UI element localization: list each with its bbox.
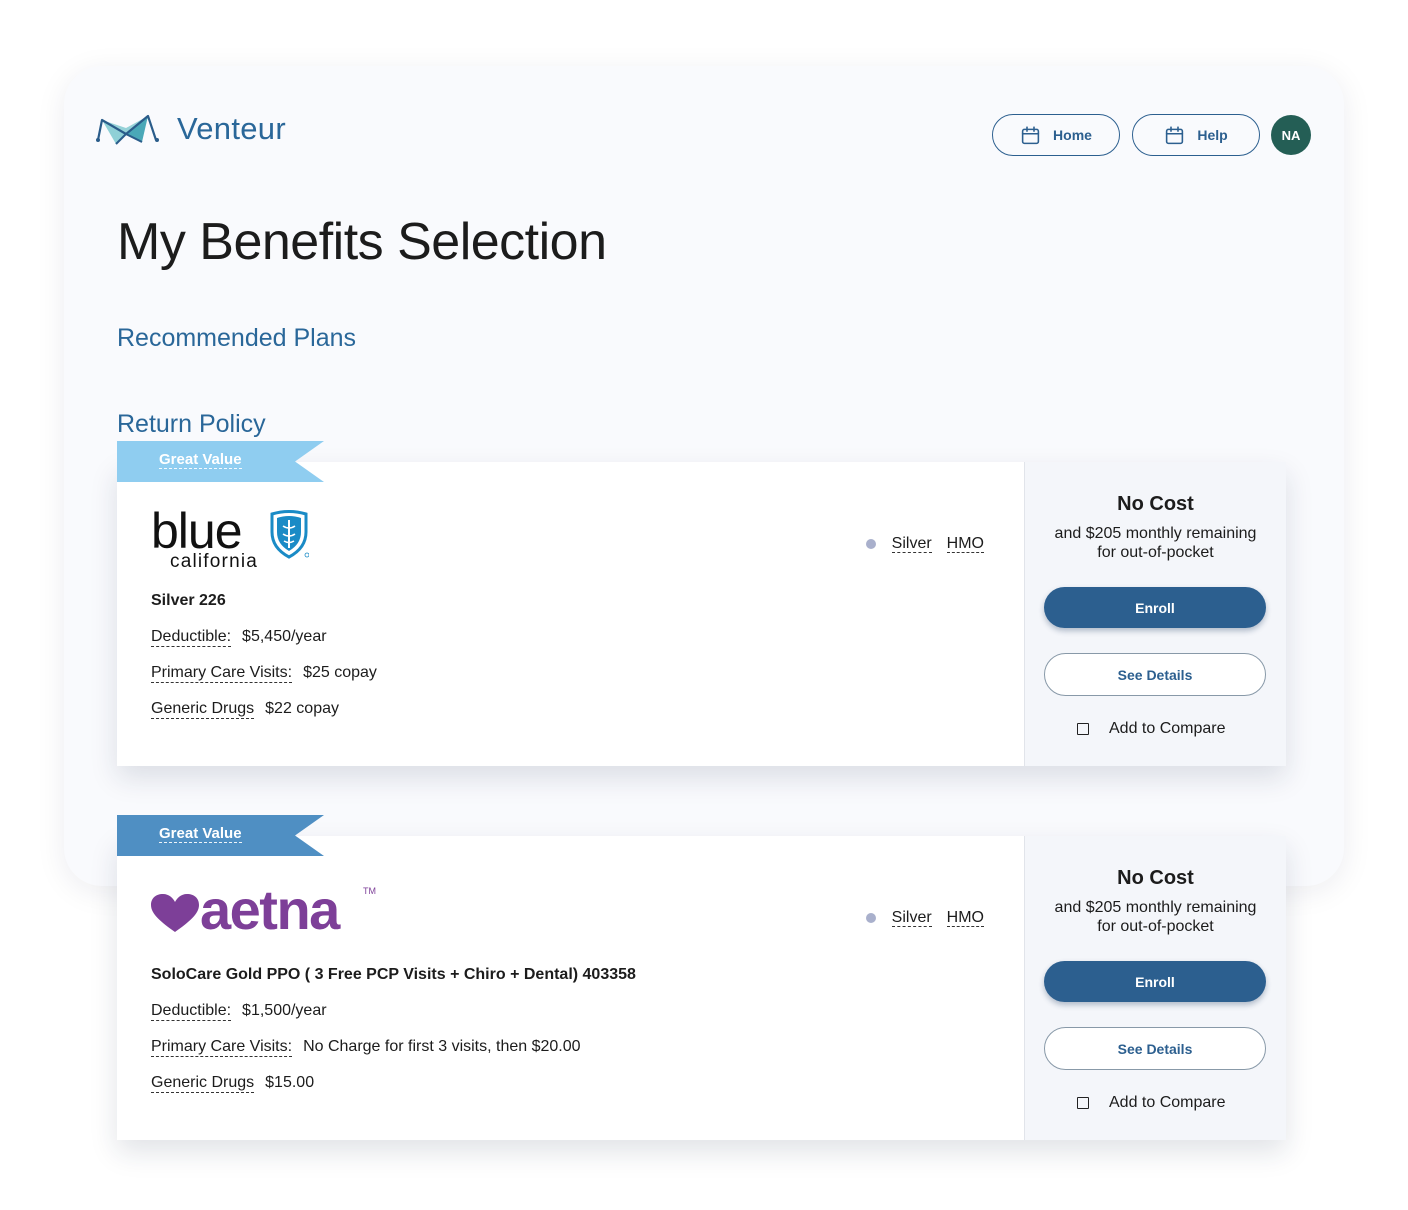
plan-meta: Silver HMO: [865, 535, 984, 553]
compare-label: Add to Compare: [1109, 1094, 1226, 1111]
generic-drugs-label[interactable]: Generic Drugs: [151, 700, 255, 719]
primary-care-label[interactable]: Primary Care Visits:: [151, 1038, 293, 1057]
primary-care-row: Primary Care Visits: $25 copay: [151, 664, 377, 683]
shield-caduceus-icon: [270, 510, 309, 559]
cost-subtitle-line-2: for out-of-pocket: [1097, 918, 1214, 935]
carrier-logo-sub: california: [170, 551, 259, 572]
cost-subtitle-line-2: for out-of-pocket: [1097, 544, 1214, 561]
compare-label: Add to Compare: [1109, 720, 1226, 737]
recommended-plans-link[interactable]: Recommended Plans: [117, 324, 356, 353]
cost-subtitle: and $205 monthly remaining for out-of-po…: [1025, 524, 1286, 562]
generic-drugs-row: Generic Drugs $22 copay: [151, 700, 339, 719]
heart-icon: [151, 894, 199, 932]
venteur-logo-icon: [96, 114, 159, 145]
plan-name: SoloCare Gold PPO ( 3 Free PCP Visits + …: [151, 966, 636, 983]
tier-dot: [865, 913, 876, 923]
see-details-button[interactable]: See Details: [1044, 1027, 1266, 1070]
compare-checkbox[interactable]: [1077, 723, 1089, 735]
deductible-value: $1,500/year: [242, 1002, 327, 1019]
help-button-label: Help: [1197, 127, 1228, 143]
cost-subtitle-line-1: and $205 monthly remaining: [1054, 525, 1257, 542]
primary-care-value: No Charge for first 3 visits, then $20.0…: [303, 1038, 581, 1055]
primary-care-row: Primary Care Visits: No Charge for first …: [151, 1038, 581, 1057]
add-to-compare[interactable]: Add to Compare: [1077, 1094, 1226, 1112]
page-title: My Benefits Selection: [117, 213, 607, 271]
see-details-button[interactable]: See Details: [1044, 653, 1266, 696]
deductible-row: Deductible: $1,500/year: [151, 1002, 327, 1021]
plan-type-tag[interactable]: HMO: [946, 535, 984, 553]
cost-title: No Cost: [1117, 867, 1194, 889]
deductible-label[interactable]: Deductible:: [151, 1002, 232, 1021]
great-value-ribbon: Great Value: [117, 815, 324, 856]
price-panel: No Cost and $205 monthly remaining for o…: [1024, 462, 1286, 766]
generic-drugs-label[interactable]: Generic Drugs: [151, 1074, 255, 1093]
primary-care-label[interactable]: Primary Care Visits:: [151, 664, 293, 683]
primary-care-value: $25 copay: [303, 664, 377, 681]
cost-title: No Cost: [1117, 493, 1194, 515]
deductible-row: Deductible: $5,450/year: [151, 628, 327, 647]
tier-tag[interactable]: Silver: [891, 535, 932, 553]
home-button-label: Home: [1053, 127, 1092, 143]
help-button[interactable]: Help: [1132, 114, 1260, 156]
plan-card: Great Value aetna TM Silver HMO SoloCare…: [117, 815, 1286, 1140]
great-value-ribbon: Great Value: [117, 441, 324, 482]
carrier-logo-tm: TM: [363, 886, 376, 896]
calendar-icon: [1166, 125, 1184, 144]
deductible-label[interactable]: Deductible:: [151, 628, 232, 647]
plan-name: Silver 226: [151, 592, 226, 609]
enroll-button[interactable]: Enroll: [1044, 587, 1266, 628]
enroll-button[interactable]: Enroll: [1044, 961, 1266, 1002]
ribbon-label: Great Value: [159, 825, 242, 843]
deductible-value: $5,450/year: [242, 628, 327, 645]
generic-drugs-value: $22 copay: [265, 700, 339, 717]
compare-checkbox[interactable]: [1077, 1097, 1089, 1109]
cost-subtitle: and $205 monthly remaining for out-of-po…: [1025, 898, 1286, 936]
return-policy-link[interactable]: Return Policy: [117, 410, 266, 439]
tier-dot: [865, 539, 876, 549]
generic-drugs-row: Generic Drugs $15.00: [151, 1074, 315, 1093]
calendar-icon: [1021, 125, 1040, 144]
add-to-compare[interactable]: Add to Compare: [1077, 720, 1226, 738]
blue-california-logo: blue california: [151, 503, 311, 574]
carrier-logo-word: aetna: [200, 878, 340, 941]
cost-subtitle-line-1: and $205 monthly remaining: [1054, 899, 1257, 916]
plan-meta: Silver HMO: [865, 909, 984, 927]
plan-type-tag[interactable]: HMO: [946, 909, 984, 927]
plan-card: Great Value blue california Silver HMO S…: [117, 441, 1286, 766]
tier-tag[interactable]: Silver: [891, 909, 932, 927]
app-name: Venteur: [177, 111, 286, 146]
generic-drugs-value: $15.00: [265, 1074, 315, 1091]
price-panel: No Cost and $205 monthly remaining for o…: [1024, 836, 1286, 1140]
aetna-logo: aetna TM: [151, 878, 391, 944]
home-button[interactable]: Home: [992, 114, 1120, 156]
ribbon-label: Great Value: [159, 451, 242, 469]
avatar[interactable]: NA: [1271, 115, 1311, 155]
venteur-logo[interactable]: Venteur: [96, 110, 286, 148]
